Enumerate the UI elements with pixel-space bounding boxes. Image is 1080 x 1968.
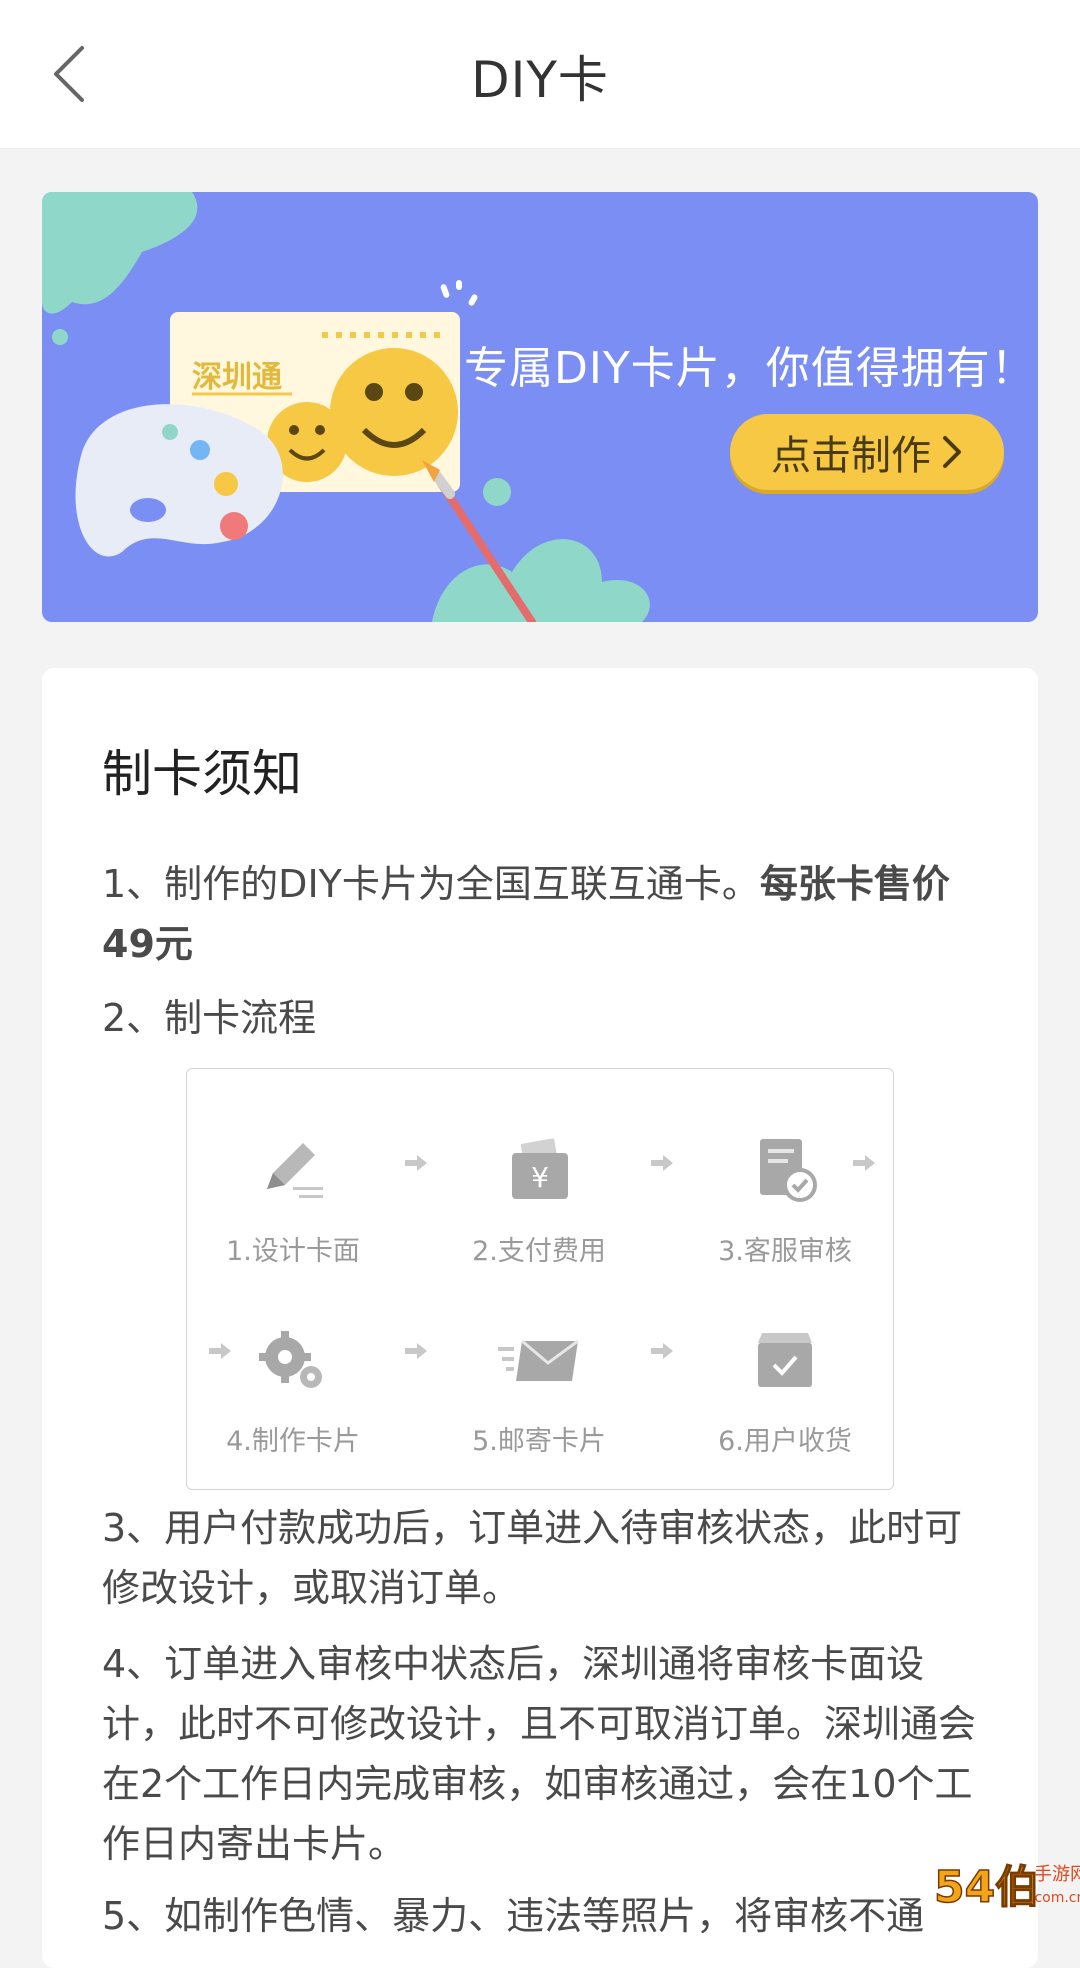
process-step-label: 5.邮寄卡片 <box>472 1426 606 1457</box>
box-check-icon <box>685 1315 885 1405</box>
page-title: DIY卡 <box>471 51 609 109</box>
notice-item-5: 5、如制作色情、暴力、违法等照片，将审核不通 <box>102 1894 925 1938</box>
banner-illustration <box>42 192 650 622</box>
process-step-6: 6.用户收货 <box>685 1315 885 1458</box>
notice-item-1: 1、制作的DIY卡片为全国互联互通卡。每张卡售价49元 <box>102 854 982 974</box>
process-step-3: 3.客服审核 <box>685 1125 885 1268</box>
chevron-right-icon <box>941 434 963 470</box>
card-notice-panel: 制卡须知 1、制作的DIY卡片为全国互联互通卡。每张卡售价49元 2、制卡流程 … <box>42 668 1038 1968</box>
process-step-label: 1.设计卡面 <box>226 1236 360 1267</box>
diy-card-banner[interactable]: 深圳通 专属DIY卡片，你值得拥有！ 点击制作 <box>42 192 1038 622</box>
notice-item-2: 2、制卡流程 <box>102 996 317 1040</box>
svg-text:手游网: 手游网 <box>1034 1864 1080 1885</box>
notice-item-4: 4、订单进入审核中状态后，深圳通将审核卡面设计，此时不可修改设计，且不可取消订单… <box>102 1642 977 1866</box>
card-brand-label: 深圳通 <box>192 360 282 395</box>
process-diagram: 1.设计卡面 ¥ 2.支付费用 3.客服审核 4.制作卡片 5.邮寄卡片 6.用… <box>186 1068 894 1490</box>
process-step-label: 4.制作卡片 <box>226 1426 360 1457</box>
process-step-label: 3.客服审核 <box>718 1236 852 1267</box>
top-nav-bar: DIY卡 <box>0 0 1080 149</box>
notice-item-3: 3、用户付款成功后，订单进入待审核状态，此时可修改设计，或取消订单。 <box>102 1506 963 1610</box>
notice-item-1-text: 1、制作的DIY卡片为全国互联互通卡。 <box>102 862 760 906</box>
process-step-1: 1.设计卡面 <box>193 1125 393 1268</box>
pencil-icon <box>193 1125 393 1215</box>
notice-title: 制卡须知 <box>102 745 302 803</box>
make-card-button-label: 点击制作 <box>771 433 931 479</box>
arrow-right-icon <box>403 1153 429 1177</box>
wallet-icon: ¥ <box>439 1125 639 1215</box>
process-step-5: 5.邮寄卡片 <box>439 1315 639 1458</box>
arrow-right-icon <box>649 1341 675 1365</box>
svg-text:¥: ¥ <box>531 1161 549 1194</box>
arrow-right-icon <box>649 1153 675 1177</box>
gears-icon <box>193 1315 393 1405</box>
svg-text:54伯: 54伯 <box>934 1862 1039 1913</box>
process-step-label: 2.支付费用 <box>472 1236 606 1267</box>
banner-slogan: 专属DIY卡片，你值得拥有！ <box>464 343 1036 394</box>
site-watermark: 54伯 手游网 .com.cn <box>930 1850 1080 1920</box>
process-step-label: 6.用户收货 <box>718 1426 852 1457</box>
envelope-icon <box>439 1315 639 1405</box>
process-step-2: ¥ 2.支付费用 <box>439 1125 639 1268</box>
arrow-right-icon <box>403 1341 429 1365</box>
make-card-button[interactable]: 点击制作 <box>730 414 1004 490</box>
process-step-4: 4.制作卡片 <box>193 1315 393 1458</box>
arrow-right-icon <box>851 1153 877 1177</box>
svg-text:.com.cn: .com.cn <box>1030 1890 1080 1906</box>
